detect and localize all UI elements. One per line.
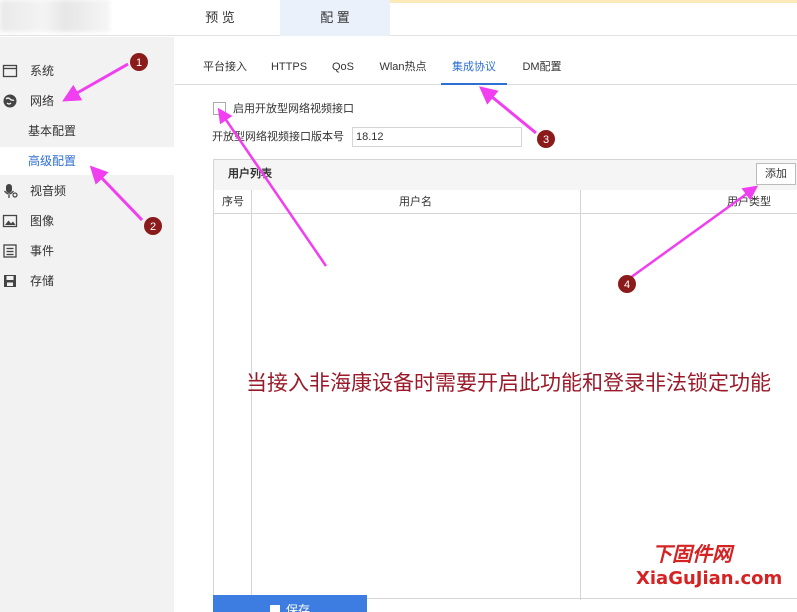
sidebar-sub-advanced[interactable]: 高级配置 xyxy=(0,147,174,175)
annotation-note: 当接入非海康设备时需要开启此功能和登录非法锁定功能 xyxy=(246,371,771,395)
sidebar-sub-label: 基本配置 xyxy=(28,124,77,138)
floppy-icon xyxy=(4,275,16,287)
column-header-username: 用户名 xyxy=(251,190,580,214)
column-header-index: 序号 xyxy=(214,190,251,214)
tab-qos[interactable]: QoS xyxy=(327,53,359,85)
sidebar-item-event[interactable]: 事件 xyxy=(0,237,174,265)
user-list-title: 用户列表 xyxy=(228,168,272,180)
tab-dm-config[interactable]: DM配置 xyxy=(517,53,567,85)
version-label: 开放型网络视频接口版本号 xyxy=(212,131,344,143)
sidebar-item-label: 图像 xyxy=(30,214,55,228)
sidebar-item-audio-video[interactable]: 视音频 xyxy=(0,177,174,205)
tab-integration-protocol[interactable]: 集成协议 xyxy=(441,53,507,85)
sidebar-item-network[interactable]: 网络 xyxy=(0,87,174,115)
globe-icon xyxy=(3,94,17,108)
app-root: 预 览 配 置 系统 网络 基本配置 高级配置 视音频 图像 事件 存储 平台接… xyxy=(0,0,797,612)
floppy-icon xyxy=(269,605,280,612)
sidebar: 系统 网络 基本配置 高级配置 视音频 图像 事件 存储 xyxy=(0,37,174,612)
sidebar-item-image[interactable]: 图像 xyxy=(0,207,174,235)
sidebar-sub-label: 高级配置 xyxy=(28,154,77,168)
sidebar-item-label: 存储 xyxy=(30,274,55,288)
tab-config[interactable]: 配 置 xyxy=(280,0,390,36)
watermark-cn: 下固件网 xyxy=(652,542,732,566)
top-bar: 预 览 配 置 xyxy=(0,0,797,36)
microphone-icon xyxy=(3,184,18,198)
tab-wlan-hotspot[interactable]: Wlan热点 xyxy=(375,53,431,85)
main-content: 平台接入 HTTPS QoS Wlan热点 集成协议 DM配置 启用开放型网络视… xyxy=(175,37,797,612)
list-icon xyxy=(3,244,17,258)
sidebar-item-label: 事件 xyxy=(30,244,55,258)
save-button-label: 保存 xyxy=(285,603,310,612)
sidebar-item-storage[interactable]: 存储 xyxy=(0,267,174,295)
sidebar-item-label: 视音频 xyxy=(30,184,67,198)
version-field[interactable]: 18.12 xyxy=(352,127,522,147)
add-user-button[interactable]: 添加 xyxy=(756,163,796,185)
enable-onvif-label: 启用开放型网络视频接口 xyxy=(233,103,354,115)
sidebar-sub-basic[interactable]: 基本配置 xyxy=(0,117,174,145)
save-button[interactable]: 保存 xyxy=(213,595,367,612)
window-icon xyxy=(2,64,18,78)
tab-platform-access[interactable]: 平台接入 xyxy=(197,53,253,85)
tab-preview[interactable]: 预 览 xyxy=(170,0,270,36)
sidebar-item-system[interactable]: 系统 xyxy=(0,57,174,85)
config-subtabs: 平台接入 HTTPS QoS Wlan热点 集成协议 DM配置 xyxy=(175,53,797,85)
tab-https[interactable]: HTTPS xyxy=(265,53,313,85)
user-list-header: 用户列表 添加 xyxy=(214,160,797,190)
sidebar-item-label: 网络 xyxy=(30,94,55,108)
watermark-en: XiaGuJian.com xyxy=(636,568,783,589)
image-icon xyxy=(2,214,18,228)
column-header-user-type: 用户类型 xyxy=(580,190,797,214)
enable-onvif-checkbox[interactable] xyxy=(213,102,226,115)
logo xyxy=(0,0,110,32)
top-accent-bar xyxy=(390,0,797,3)
sidebar-item-label: 系统 xyxy=(30,64,55,78)
